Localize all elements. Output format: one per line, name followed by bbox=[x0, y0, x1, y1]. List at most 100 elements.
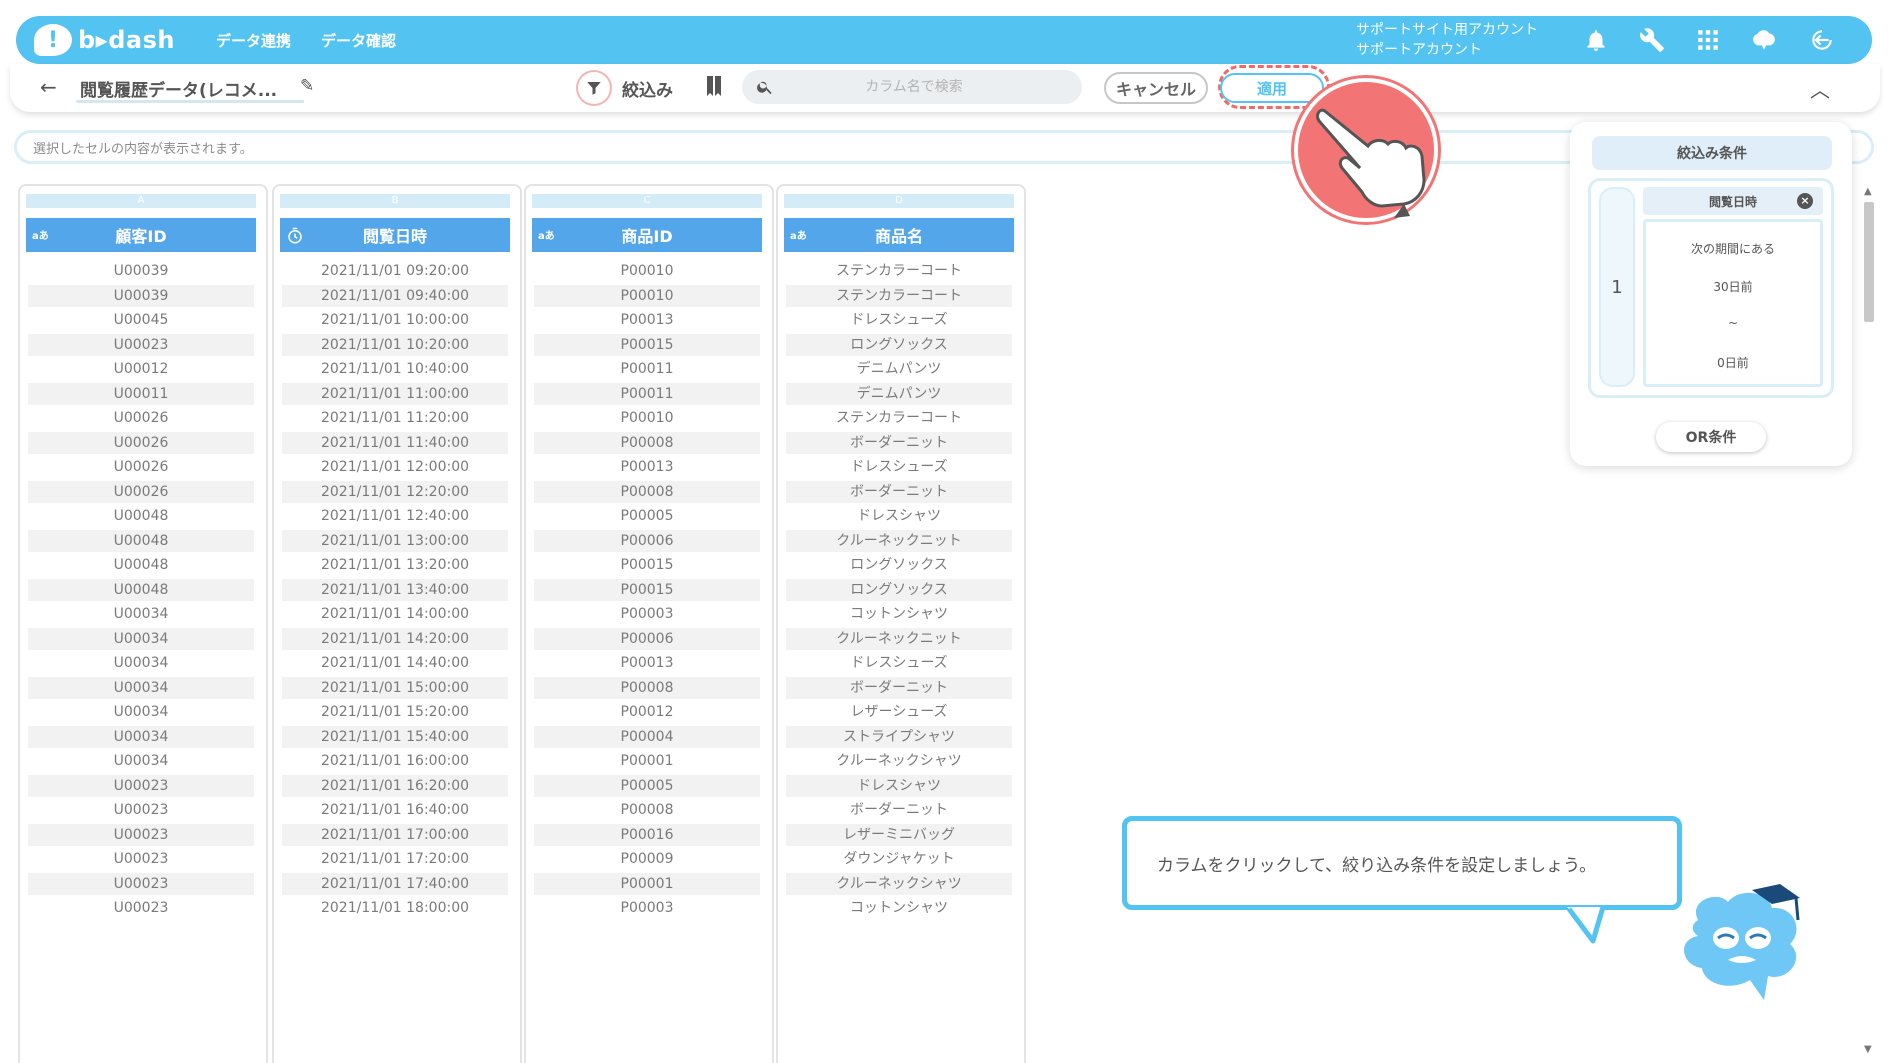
table-cell[interactable]: ドレスシューズ bbox=[786, 309, 1012, 331]
table-cell[interactable]: U00026 bbox=[28, 407, 254, 429]
table-cell[interactable]: クルーネックシャツ bbox=[786, 750, 1012, 772]
table-cell[interactable]: U00034 bbox=[28, 652, 254, 674]
table-cell[interactable]: P00005 bbox=[534, 774, 760, 797]
table-cell[interactable]: 2021/11/01 12:00:00 bbox=[282, 456, 508, 478]
column-header[interactable]: aあ 顧客ID bbox=[26, 218, 256, 252]
table-cell[interactable]: P00003 bbox=[534, 603, 760, 625]
table-cell[interactable]: P00015 bbox=[534, 578, 760, 601]
table-cell[interactable]: 2021/11/01 13:00:00 bbox=[282, 529, 508, 552]
table-cell[interactable]: 2021/11/01 16:40:00 bbox=[282, 799, 508, 821]
nav-data-integration[interactable]: データ連携 bbox=[216, 30, 291, 51]
table-cell[interactable]: 2021/11/01 16:00:00 bbox=[282, 750, 508, 772]
table-cell[interactable]: コットンシャツ bbox=[786, 897, 1012, 919]
table-cell[interactable]: U00023 bbox=[28, 897, 254, 919]
table-cell[interactable]: P00009 bbox=[534, 848, 760, 870]
table-cell[interactable]: 2021/11/01 18:00:00 bbox=[282, 897, 508, 919]
table-cell[interactable]: P00016 bbox=[534, 823, 760, 846]
table-cell[interactable]: P00010 bbox=[534, 260, 760, 282]
chevron-up-icon[interactable]: ︿ bbox=[1810, 74, 1830, 103]
condition-field[interactable]: 閲覧日時 × bbox=[1643, 187, 1823, 215]
bell-icon[interactable] bbox=[1580, 24, 1612, 56]
vertical-scrollbar[interactable]: ▲ ▼ bbox=[1860, 182, 1878, 1058]
table-cell[interactable]: ボーダーニット bbox=[786, 431, 1012, 454]
table-cell[interactable]: ロングソックス bbox=[786, 578, 1012, 601]
table-cell[interactable]: 2021/11/01 16:20:00 bbox=[282, 774, 508, 797]
table-cell[interactable]: P00013 bbox=[534, 652, 760, 674]
table-cell[interactable]: P00004 bbox=[534, 725, 760, 748]
table-cell[interactable]: 2021/11/01 17:00:00 bbox=[282, 823, 508, 846]
table-cell[interactable]: 2021/11/01 17:40:00 bbox=[282, 872, 508, 895]
table-cell[interactable]: U00026 bbox=[28, 431, 254, 454]
table-cell[interactable]: コットンシャツ bbox=[786, 603, 1012, 625]
table-cell[interactable]: P00001 bbox=[534, 750, 760, 772]
table-cell[interactable]: ストライプシャツ bbox=[786, 725, 1012, 748]
table-cell[interactable]: 2021/11/01 17:20:00 bbox=[282, 848, 508, 870]
table-cell[interactable]: 2021/11/01 12:40:00 bbox=[282, 505, 508, 527]
column-header[interactable]: 閲覧日時 bbox=[280, 218, 510, 252]
logout-icon[interactable] bbox=[1806, 24, 1838, 56]
table-cell[interactable]: U00048 bbox=[28, 578, 254, 601]
table-cell[interactable]: ロングソックス bbox=[786, 333, 1012, 356]
table-cell[interactable]: ステンカラーコート bbox=[786, 260, 1012, 282]
table-cell[interactable]: U00034 bbox=[28, 676, 254, 699]
table-cell[interactable]: U00034 bbox=[28, 725, 254, 748]
column-search[interactable] bbox=[742, 70, 1082, 104]
table-cell[interactable]: ドレスシャツ bbox=[786, 774, 1012, 797]
table-cell[interactable]: 2021/11/01 09:20:00 bbox=[282, 260, 508, 282]
table-cell[interactable]: 2021/11/01 11:20:00 bbox=[282, 407, 508, 429]
column-header[interactable]: aあ 商品名 bbox=[784, 218, 1014, 252]
column-header[interactable]: aあ 商品ID bbox=[532, 218, 762, 252]
table-cell[interactable]: 2021/11/01 14:20:00 bbox=[282, 627, 508, 650]
filter-label[interactable]: 絞込み bbox=[622, 76, 673, 101]
table-cell[interactable]: P00003 bbox=[534, 897, 760, 919]
table-cell[interactable]: クルーネックニット bbox=[786, 627, 1012, 650]
table-cell[interactable]: P00008 bbox=[534, 480, 760, 503]
table-cell[interactable]: U00039 bbox=[28, 260, 254, 282]
table-cell[interactable]: ダウンジャケット bbox=[786, 848, 1012, 870]
table-cell[interactable]: 2021/11/01 10:00:00 bbox=[282, 309, 508, 331]
table-cell[interactable]: U00048 bbox=[28, 505, 254, 527]
table-cell[interactable]: 2021/11/01 12:20:00 bbox=[282, 480, 508, 503]
table-cell[interactable]: U00034 bbox=[28, 701, 254, 723]
table-cell[interactable]: P00001 bbox=[534, 872, 760, 895]
table-cell[interactable]: ドレスシューズ bbox=[786, 456, 1012, 478]
table-cell[interactable]: U00048 bbox=[28, 529, 254, 552]
table-cell[interactable]: U00023 bbox=[28, 848, 254, 870]
table-cell[interactable]: 2021/11/01 14:00:00 bbox=[282, 603, 508, 625]
table-cell[interactable]: 2021/11/01 10:20:00 bbox=[282, 333, 508, 356]
wrench-icon[interactable] bbox=[1636, 24, 1668, 56]
table-cell[interactable]: U00045 bbox=[28, 309, 254, 331]
table-cell[interactable]: 2021/11/01 11:40:00 bbox=[282, 431, 508, 454]
table-cell[interactable]: クルーネックニット bbox=[786, 529, 1012, 552]
table-cell[interactable]: ステンカラーコート bbox=[786, 284, 1012, 307]
table-cell[interactable]: P00008 bbox=[534, 799, 760, 821]
table-cell[interactable]: P00010 bbox=[534, 407, 760, 429]
pencil-icon[interactable]: ✎ bbox=[300, 76, 314, 96]
table-cell[interactable]: 2021/11/01 11:00:00 bbox=[282, 382, 508, 405]
worksheet-title[interactable]: 閲覧履歴データ(レコメ... bbox=[80, 76, 277, 101]
table-cell[interactable]: U00034 bbox=[28, 603, 254, 625]
column-letter[interactable]: A bbox=[26, 194, 256, 208]
scroll-thumb[interactable] bbox=[1864, 202, 1874, 322]
table-cell[interactable]: デニムパンツ bbox=[786, 358, 1012, 380]
table-cell[interactable]: P00006 bbox=[534, 627, 760, 650]
table-cell[interactable]: ボーダーニット bbox=[786, 676, 1012, 699]
table-cell[interactable]: U00026 bbox=[28, 456, 254, 478]
cancel-button[interactable]: キャンセル bbox=[1104, 72, 1208, 104]
close-icon[interactable]: × bbox=[1797, 193, 1813, 209]
table-cell[interactable]: 2021/11/01 09:40:00 bbox=[282, 284, 508, 307]
condition-detail[interactable]: 次の期間にある 30日前 ~ 0日前 bbox=[1643, 219, 1823, 387]
table-cell[interactable]: 2021/11/01 10:40:00 bbox=[282, 358, 508, 380]
table-cell[interactable]: ロングソックス bbox=[786, 554, 1012, 576]
bookmark-icon[interactable] bbox=[704, 74, 724, 102]
table-cell[interactable]: ステンカラーコート bbox=[786, 407, 1012, 429]
back-arrow-icon[interactable]: ← bbox=[40, 75, 57, 99]
table-cell[interactable]: U00034 bbox=[28, 627, 254, 650]
table-cell[interactable]: 2021/11/01 15:20:00 bbox=[282, 701, 508, 723]
table-cell[interactable]: P00015 bbox=[534, 333, 760, 356]
table-cell[interactable]: P00008 bbox=[534, 431, 760, 454]
table-cell[interactable]: P00013 bbox=[534, 309, 760, 331]
search-input[interactable] bbox=[774, 79, 1054, 95]
table-cell[interactable]: 2021/11/01 15:00:00 bbox=[282, 676, 508, 699]
table-cell[interactable]: ドレスシャツ bbox=[786, 505, 1012, 527]
